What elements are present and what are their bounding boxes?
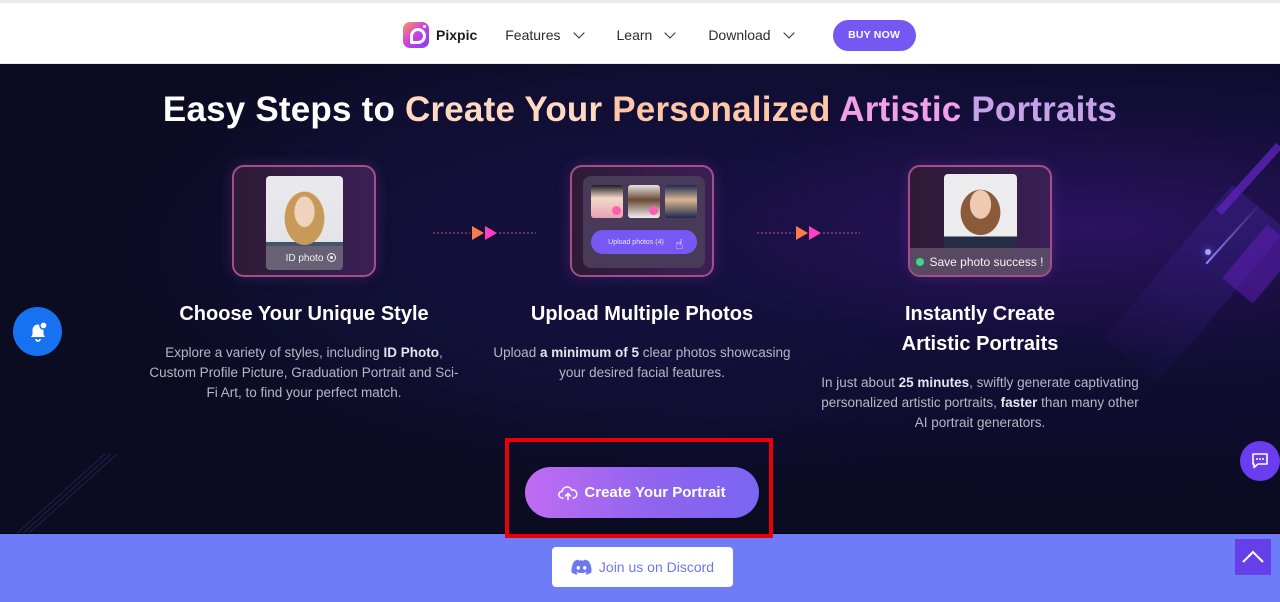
highlight-box: [505, 438, 773, 538]
pixpic-logo-icon: [403, 22, 429, 48]
notification-button[interactable]: [13, 307, 62, 356]
back-to-top-button[interactable]: [1235, 539, 1271, 575]
step-connector: [756, 225, 860, 241]
uploaded-photo-thumb: [591, 185, 623, 218]
uploaded-photo-thumb: [665, 185, 697, 218]
main-nav: Pixpic Features Learn Download BUY NOW: [403, 19, 916, 51]
success-check-icon: [916, 257, 925, 266]
chevron-up-icon: [1242, 550, 1264, 563]
id-photo-preview: ID photo: [266, 176, 343, 270]
arrow-icon: [485, 226, 497, 240]
section-title: Easy Steps to Create Your Personalized A…: [0, 90, 1280, 130]
brand-name: Pixpic: [436, 27, 478, 43]
title-part: Artistic: [839, 90, 972, 129]
chat-support-button[interactable]: [1240, 441, 1280, 481]
arrow-icon: [796, 226, 808, 240]
chat-bubble-icon: [1252, 453, 1268, 469]
step2-title: Upload Multiple Photos: [530, 303, 754, 325]
buy-now-button[interactable]: BUY NOW: [832, 19, 916, 51]
step2-illustration: Upload photos (4) ☝: [570, 165, 714, 277]
check-badge-icon: [649, 206, 658, 215]
nav-item-features[interactable]: Features: [505, 26, 585, 43]
nav-item-label: Learn: [616, 27, 653, 43]
style-label-text: ID photo: [285, 252, 324, 264]
step1-description: Explore a variety of styles, including I…: [149, 345, 459, 400]
generated-portrait-preview: [944, 174, 1017, 254]
style-label: ID photo: [266, 246, 343, 270]
step3-illustration: Save photo success !: [908, 165, 1052, 277]
step3-title: Instantly Create Artistic Portraits: [901, 303, 1059, 355]
chevron-down-icon: [572, 26, 585, 39]
check-badge-icon: [612, 206, 621, 215]
nav-item-download[interactable]: Download: [708, 26, 795, 43]
pointer-hand-icon: ☝: [675, 236, 684, 252]
portrait-image: [944, 174, 1017, 254]
arrow-icon: [472, 226, 484, 240]
community-band: Join us on Discord: [0, 533, 1280, 602]
discord-icon: [571, 559, 592, 575]
step1-title: Choose Your Unique Style: [179, 303, 429, 325]
title-part: Portraits: [971, 90, 1118, 129]
toast-text: Save photo success !: [929, 254, 1044, 269]
nav-item-learn[interactable]: Learn: [616, 26, 676, 43]
brand-logo[interactable]: Pixpic: [403, 22, 477, 48]
step2-description: Upload a minimum of 5 clear photos showc…: [493, 345, 791, 380]
step1-illustration: ID photo: [232, 165, 376, 277]
bell-icon: [30, 320, 48, 342]
upload-panel: Upload photos (4) ☝: [583, 176, 705, 268]
nav-item-label: Download: [708, 27, 771, 43]
arrow-icon: [809, 226, 821, 240]
save-success-toast: Save photo success !: [910, 248, 1050, 275]
nav-item-label: Features: [505, 27, 561, 43]
step-connector: [432, 225, 536, 241]
uploaded-photo-thumb: [628, 185, 660, 218]
title-part: Easy Steps to: [162, 90, 405, 129]
title-part: Create Your: [404, 90, 613, 129]
top-navigation: Pixpic Features Learn Download BUY NOW: [0, 0, 1280, 64]
title-part: Personalized: [612, 90, 840, 129]
decorative-lines: [15, 434, 130, 533]
discord-label: Join us on Discord: [598, 559, 715, 575]
discord-button[interactable]: Join us on Discord: [552, 547, 733, 587]
decorative-star-dot: [1205, 249, 1211, 255]
radio-selected-icon: [327, 253, 336, 262]
chevron-down-icon: [782, 26, 795, 39]
chevron-down-icon: [664, 26, 676, 39]
step3-description: In just about 25 minutes, swiftly genera…: [821, 375, 1139, 430]
